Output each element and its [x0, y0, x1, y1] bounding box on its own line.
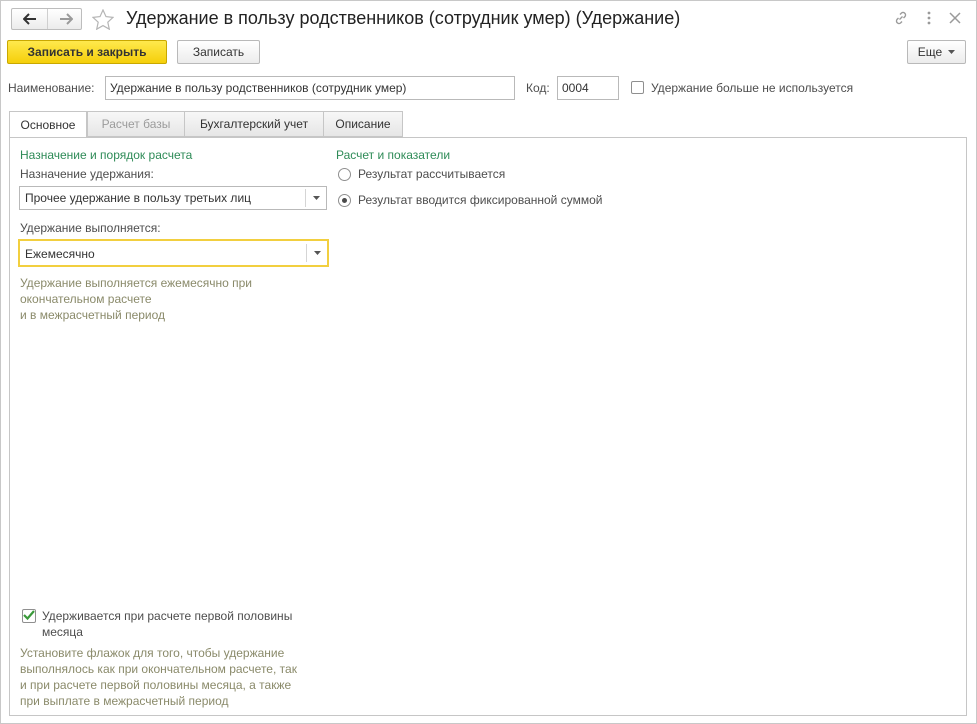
purpose-group-title: Назначение и порядок расчета [20, 148, 193, 162]
performed-hint-line: Удержание выполняется ежемесячно при [20, 276, 253, 290]
radio-result-fixed-label: Результат вводится фиксированной суммой [358, 193, 603, 207]
radio-result-calculated-label: Результат рассчитывается [358, 167, 506, 181]
chevron-down-icon [313, 251, 321, 255]
command-bar: Записать и закрыть Записать Еще [1, 37, 976, 69]
more-button-label: Еще [917, 45, 943, 59]
name-input[interactable]: Удержание в пользу родственников (сотруд… [105, 76, 515, 100]
first-half-hint-line: выполнялось как при окончательном расчет… [20, 662, 297, 676]
tab-accounting[interactable]: Бухгалтерский учет [184, 111, 324, 137]
first-half-hint-line: при выплате в межрасчетный период [20, 694, 229, 708]
first-half-hint-line: Установите флажок для того, чтобы удержа… [20, 646, 285, 660]
link-icon [895, 11, 907, 25]
chevron-down-icon [948, 50, 956, 54]
purpose-select[interactable]: Прочее удержание в пользу третьих лиц [19, 186, 327, 210]
more-vertical-icon [927, 11, 931, 25]
arrow-left-icon [22, 13, 36, 25]
tab-main[interactable]: Основное [9, 111, 87, 138]
performed-hint-line: окончательном расчете [20, 292, 152, 306]
purpose-label: Назначение удержания: [20, 167, 154, 181]
first-half-label-line: Удерживается при расчете первой половины [42, 609, 293, 623]
more-menu-button[interactable] [919, 8, 939, 28]
performed-hint: Удержание выполняется ежемесячно при око… [20, 275, 252, 323]
save-and-close-button[interactable]: Записать и закрыть [7, 40, 167, 64]
purpose-dropdown-button[interactable] [305, 189, 326, 207]
first-half-hint-line: и при расчете первой половины месяца, а … [20, 678, 292, 692]
first-half-hint: Установите флажок для того, чтобы удержа… [20, 645, 297, 709]
close-icon [949, 12, 961, 24]
star-icon [92, 8, 114, 30]
link-button[interactable] [891, 8, 911, 28]
form-window: Удержание в пользу родственников (сотруд… [0, 0, 977, 724]
performed-label: Удержание выполняется: [20, 221, 161, 235]
purpose-select-value: Прочее удержание в пользу третьих лиц [25, 191, 252, 205]
radio-result-fixed[interactable] [338, 194, 351, 207]
forward-button[interactable] [48, 9, 83, 29]
tab-description[interactable]: Описание [323, 111, 403, 137]
arrow-right-icon [59, 13, 73, 25]
performed-select[interactable]: Ежемесячно [18, 239, 329, 267]
performed-dropdown-button[interactable] [306, 244, 327, 262]
title-bar: Удержание в пользу родственников (сотруд… [1, 1, 976, 37]
back-button[interactable] [12, 9, 47, 29]
code-label: Код: [526, 81, 550, 95]
first-half-label-line: месяца [42, 625, 83, 639]
name-label: Наименование: [8, 81, 95, 95]
save-button[interactable]: Записать [177, 40, 260, 64]
tab-panel-main: Назначение и порядок расчета Назначение … [9, 137, 967, 716]
navigation-buttons [11, 8, 82, 30]
more-button[interactable]: Еще [907, 40, 966, 64]
performed-hint-line: и в межрасчетный период [20, 308, 166, 322]
code-input[interactable]: 0004 [557, 76, 619, 100]
favorite-button[interactable] [90, 7, 116, 31]
first-half-label: Удерживается при расчете первой половины… [42, 608, 292, 640]
unused-checkbox[interactable] [631, 81, 644, 94]
checkmark-icon [23, 610, 35, 621]
window-title: Удержание в пользу родственников (сотруд… [126, 8, 681, 28]
first-half-checkbox[interactable] [22, 609, 36, 623]
unused-label: Удержание больше не используется [651, 81, 854, 95]
tab-base-calculation[interactable]: Расчет базы [87, 111, 185, 137]
chevron-down-icon [312, 196, 320, 200]
close-button[interactable] [945, 8, 965, 28]
performed-select-value: Ежемесячно [25, 247, 95, 261]
header-fields: Наименование: Удержание в пользу родстве… [1, 76, 976, 100]
calculation-group-title: Расчет и показатели [336, 148, 451, 162]
radio-result-calculated[interactable] [338, 168, 351, 181]
